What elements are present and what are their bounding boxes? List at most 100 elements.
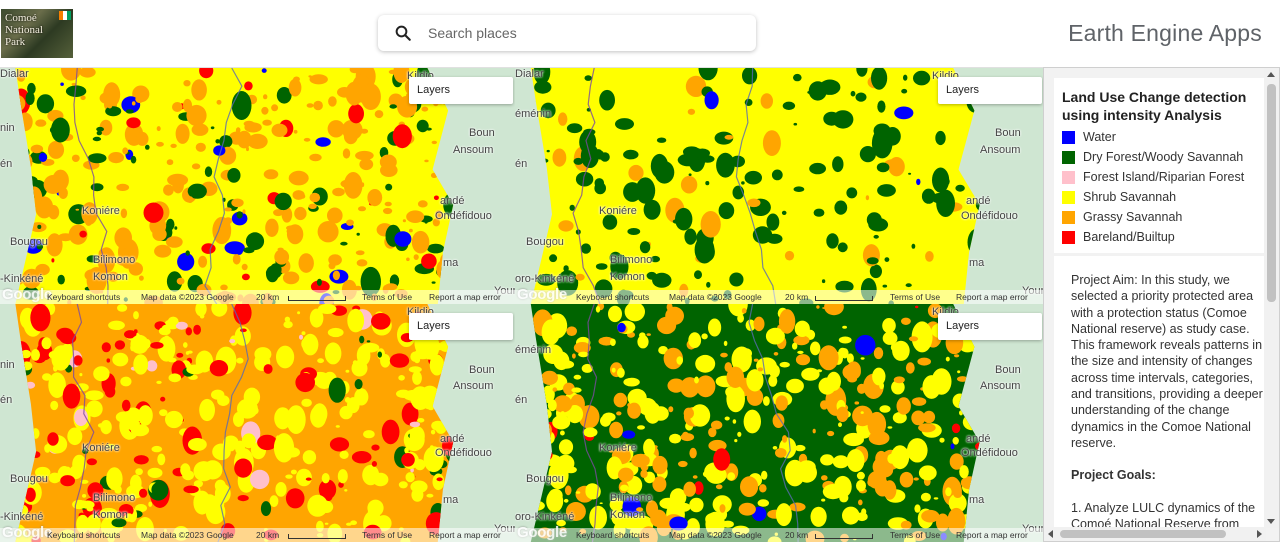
- keyboard-shortcuts-link[interactable]: Keyboard shortcuts: [47, 292, 120, 302]
- legend-item: Water: [1062, 127, 1258, 147]
- map-place-label: andé: [966, 195, 991, 207]
- legend-item: Bareland/Builtup: [1062, 227, 1258, 247]
- map-place-label: Koniére: [82, 205, 120, 217]
- vertical-scrollbar[interactable]: [1264, 68, 1279, 528]
- keyboard-shortcuts-link[interactable]: Keyboard shortcuts: [576, 530, 649, 540]
- project-description: Project Aim: In this study, we selected …: [1054, 256, 1264, 541]
- map-attribution-bar: Keyboard shortcuts Map data ©2023 Google 2…: [0, 290, 515, 304]
- map-place-label: ma: [969, 494, 985, 506]
- map-place-label: én: [0, 394, 13, 406]
- map-place-label: Bilimono: [610, 492, 653, 504]
- report-map-error-link[interactable]: Report a map error: [429, 292, 501, 302]
- logo-text: Comoé National Park: [5, 12, 43, 48]
- map-place-label: Koniére: [599, 442, 637, 454]
- map-place-label: Komon: [610, 509, 645, 521]
- map-place-label: Dialar: [515, 68, 544, 80]
- horizontal-scroll-thumb[interactable]: [1060, 530, 1226, 538]
- search-box[interactable]: [378, 15, 756, 51]
- legend-title: Land Use Change detection using intensit…: [1062, 89, 1247, 123]
- scale-label: 20 km: [785, 292, 809, 302]
- keyboard-shortcuts-link[interactable]: Keyboard shortcuts: [47, 530, 120, 540]
- legend-item: Grassy Savannah: [1062, 207, 1258, 227]
- scroll-down-arrow-icon[interactable]: [1267, 519, 1275, 524]
- legend-swatch: [1062, 150, 1075, 164]
- report-map-error-link[interactable]: Report a map error: [956, 292, 1028, 302]
- map-place-label: Koniére: [599, 205, 637, 217]
- map-place-label: andé: [966, 433, 991, 445]
- legend-item: Dry Forest/Woody Savannah: [1062, 147, 1258, 167]
- scale-bar: [815, 534, 873, 539]
- scale-label: 20 km: [256, 530, 280, 540]
- project-aim-text: Project Aim: In this study, we selected …: [1071, 273, 1263, 450]
- search-input[interactable]: [428, 15, 738, 51]
- layers-button[interactable]: Layers: [409, 77, 513, 104]
- map-place-label: éménin: [515, 108, 552, 120]
- map-place-label: Ansoum: [980, 144, 1021, 156]
- map-place-label: oro-Kinkéné: [515, 273, 575, 285]
- scroll-up-arrow-icon[interactable]: [1267, 72, 1275, 77]
- map-place-label: Dialar: [0, 68, 29, 80]
- map-place-label: Komon: [610, 271, 645, 283]
- scroll-left-arrow-icon[interactable]: [1048, 530, 1053, 538]
- map-data-attribution: Map data ©2023 Google: [141, 530, 234, 540]
- map-place-label: Komon: [93, 509, 128, 521]
- scale-bar: [288, 296, 346, 301]
- map-place-label: nin: [0, 122, 15, 134]
- legend-panel[interactable]: Land Use Change detection using intensit…: [1043, 67, 1280, 542]
- map-place-label: Bilimono: [93, 254, 136, 266]
- report-map-error-link[interactable]: Report a map error: [956, 530, 1028, 540]
- vertical-scroll-thumb[interactable]: [1267, 84, 1276, 302]
- map-data-attribution: Map data ©2023 Google: [669, 292, 762, 302]
- keyboard-shortcuts-link[interactable]: Keyboard shortcuts: [576, 292, 649, 302]
- map-place-label: Koniére: [82, 442, 120, 454]
- report-map-error-link[interactable]: Report a map error: [429, 530, 501, 540]
- layers-button[interactable]: Layers: [938, 313, 1042, 340]
- legend-label: Dry Forest/Woody Savannah: [1083, 150, 1244, 164]
- map-place-label: oro-Kinkéné: [515, 511, 575, 523]
- map-panel-top-left[interactable]: Dialar Kildio Boun Ansoum andé Ondéfidouo Koni…: [0, 68, 515, 304]
- map-place-label: Ondéfidouo: [961, 210, 1018, 222]
- map-place-label: andé: [440, 433, 465, 445]
- legend-label: Forest Island/Riparian Forest: [1083, 170, 1245, 184]
- map-place-label: Bougou: [526, 473, 564, 485]
- map-place-label: Ondéfidouo: [435, 447, 492, 459]
- map-place-label: ma: [969, 257, 985, 269]
- map-place-label: Bilimono: [610, 254, 653, 266]
- map-place-label: Bougou: [526, 236, 564, 248]
- legend-swatch: [1062, 190, 1075, 204]
- legend-label: Shrub Savannah: [1083, 190, 1177, 204]
- legend-item: Shrub Savannah: [1062, 187, 1258, 207]
- map-attribution-bar: Keyboard shortcuts Map data ©2023 Google 2…: [0, 528, 515, 542]
- map-place-label: éménin: [515, 344, 552, 356]
- app-logo: Comoé National Park: [1, 9, 73, 58]
- map-place-label: Ansoum: [453, 380, 494, 392]
- map-place-label: Ansoum: [980, 380, 1021, 392]
- legend-swatch: [1062, 170, 1075, 184]
- map-place-label: -Kinkéné: [0, 511, 44, 523]
- scale-label: 20 km: [256, 292, 280, 302]
- map-place-label: Ondéfidouo: [435, 210, 492, 222]
- project-goals-title: Project Goals:: [1071, 468, 1156, 483]
- map-place-label: Bilimono: [93, 492, 136, 504]
- legend-swatch: [1062, 130, 1075, 144]
- horizontal-scrollbar[interactable]: [1044, 527, 1266, 541]
- map-place-label: én: [515, 394, 528, 406]
- scale-bar: [815, 296, 873, 301]
- map-place-label: Bougou: [10, 473, 48, 485]
- map-place-label: Ondéfidouo: [961, 447, 1018, 459]
- terms-of-use-link[interactable]: Terms of Use: [890, 292, 940, 302]
- scroll-right-arrow-icon[interactable]: [1257, 530, 1262, 538]
- layers-button[interactable]: Layers: [938, 77, 1042, 104]
- terms-of-use-link[interactable]: Terms of Use: [890, 530, 940, 540]
- map-place-label: Bougou: [10, 236, 48, 248]
- legend-item: Forest Island/Riparian Forest: [1062, 167, 1258, 187]
- map-attribution-bar: Keyboard shortcuts Map data ©2023 Google 2…: [515, 290, 1043, 304]
- map-place-label: Ansoum: [453, 144, 494, 156]
- terms-of-use-link[interactable]: Terms of Use: [362, 292, 412, 302]
- map-place-label: Komon: [93, 271, 128, 283]
- map-panel-top-right[interactable]: Dialar Kildio Boun Ansoum andé Ondéfidouo Koni…: [515, 68, 1043, 304]
- layers-button[interactable]: Layers: [409, 313, 513, 340]
- map-panel-bottom-left[interactable]: Kildio Boun Ansoum andé Ondéfidouo Koniére Bou…: [0, 304, 515, 542]
- terms-of-use-link[interactable]: Terms of Use: [362, 530, 412, 540]
- map-panel-bottom-right[interactable]: Kildio Boun Ansoum andé Ondéfidouo Koniére Bou…: [515, 304, 1043, 542]
